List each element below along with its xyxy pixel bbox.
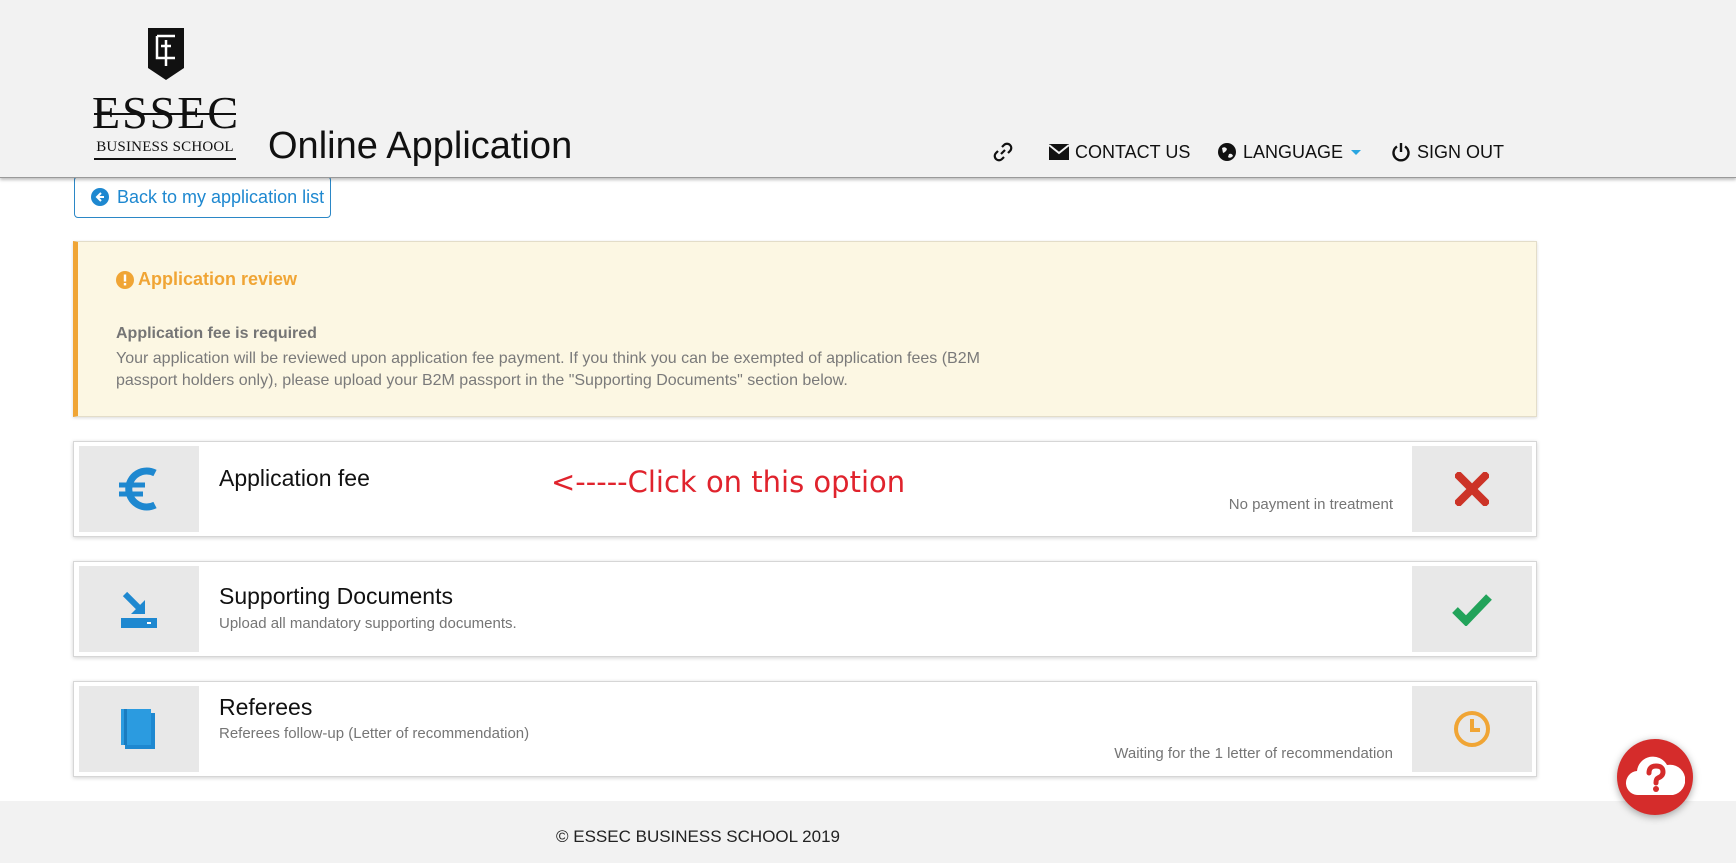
help-cloud-icon <box>1626 756 1685 796</box>
upload-icon <box>121 591 157 628</box>
clock-icon <box>1454 711 1490 747</box>
alert-title: Application review <box>116 269 297 290</box>
referees-card[interactable]: Referees Referees follow-up (Letter of r… <box>73 681 1537 777</box>
alert-heading: Application fee is required <box>116 325 317 342</box>
supporting-documents-card[interactable]: Supporting Documents Upload all mandator… <box>73 561 1537 657</box>
card-status: No payment in treatment <box>1228 496 1393 513</box>
help-chat-button[interactable] <box>1617 739 1693 815</box>
nav-contact-label: CONTACT US <box>1075 141 1191 162</box>
nav-language-label: LANGUAGE <box>1243 141 1344 162</box>
back-to-application-list-button[interactable]: Back to my application list <box>74 176 331 218</box>
back-button-label: Back to my application list <box>117 186 325 207</box>
caret-down-icon <box>1351 149 1362 155</box>
book-icon <box>121 709 155 749</box>
fee-icon-box <box>79 446 199 532</box>
site-footer: © ESSEC BUSINESS SCHOOL 2019 <box>0 801 1736 863</box>
site-header: ESSEC BUSINESS SCHOOL Online Application… <box>0 0 1736 178</box>
logo-strike-bar <box>94 113 236 115</box>
essec-logo[interactable]: ESSEC BUSINESS SCHOOL <box>92 26 238 160</box>
logo-underline <box>94 158 236 160</box>
shield-logo-icon <box>148 28 184 80</box>
referees-status-box <box>1412 686 1532 772</box>
envelope-icon <box>1049 144 1069 160</box>
globe-icon <box>1218 143 1236 161</box>
exclamation-circle-icon <box>116 270 134 289</box>
nav-contact-us[interactable]: CONTACT US <box>1049 140 1190 164</box>
check-icon <box>1452 594 1492 626</box>
card-title: Application fee <box>219 465 370 491</box>
alert-body: Your application will be reviewed upon a… <box>116 350 980 389</box>
card-description: Referees follow-up (Letter of recommenda… <box>219 725 530 742</box>
application-review-alert: Application review Application fee is re… <box>73 241 1537 417</box>
page-title: Online Application <box>268 125 573 167</box>
cross-icon <box>1455 472 1489 506</box>
card-description: Upload all mandatory supporting document… <box>219 615 517 632</box>
nav-sign-out[interactable]: SIGN OUT <box>1391 140 1504 164</box>
card-title: Referees <box>219 694 313 720</box>
nav-link-button[interactable] <box>993 140 1019 164</box>
docs-icon-box <box>79 566 199 652</box>
referees-icon-box <box>79 686 199 772</box>
power-icon <box>1392 143 1410 162</box>
alert-title-text: Application review <box>138 269 298 289</box>
euro-icon <box>119 467 157 511</box>
nav-signout-label: SIGN OUT <box>1417 141 1505 162</box>
docs-status-box <box>1412 566 1532 652</box>
card-title: Supporting Documents <box>219 583 453 609</box>
logo-subtitle: BUSINESS SCHOOL <box>96 139 234 155</box>
fee-status-box <box>1412 446 1532 532</box>
copyright-text: © ESSEC BUSINESS SCHOOL 2019 <box>556 827 841 846</box>
click-instruction-annotation: <-----Click on this option <box>551 465 906 499</box>
arrow-circle-left-icon <box>91 188 109 206</box>
link-icon <box>993 142 1013 162</box>
card-status: Waiting for the 1 letter of recommendati… <box>1114 745 1393 762</box>
nav-language-dropdown[interactable]: LANGUAGE <box>1217 140 1362 164</box>
